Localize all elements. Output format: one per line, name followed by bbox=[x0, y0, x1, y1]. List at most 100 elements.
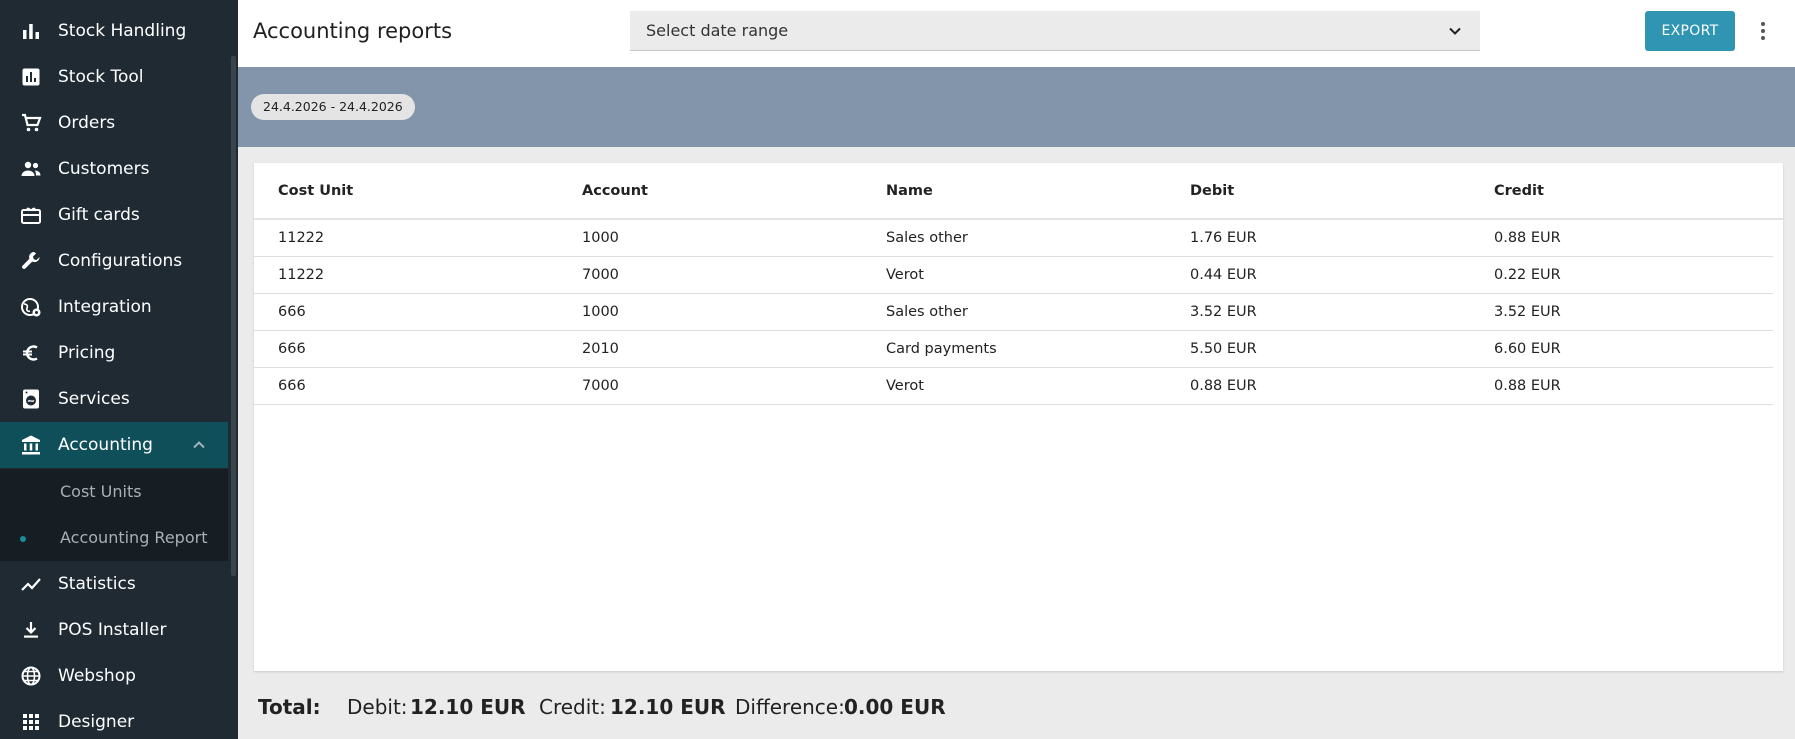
accounting-submenu: Cost Units Accounting Report bbox=[0, 469, 228, 561]
grid-icon bbox=[20, 711, 42, 733]
cell-account: 1000 bbox=[582, 230, 619, 246]
date-range-select-text: Select date range bbox=[646, 21, 789, 40]
globe-gear-icon bbox=[20, 296, 42, 318]
sidebar-item-pos-installer[interactable]: POS Installer bbox=[0, 607, 228, 653]
column-header-cost-unit[interactable]: Cost Unit bbox=[278, 182, 353, 200]
bank-icon bbox=[20, 434, 42, 456]
table-row[interactable]: 666 2010 Card payments 5.50 EUR 6.60 EUR bbox=[254, 331, 1773, 368]
sidebar-item-stock-handling[interactable]: Stock Handling bbox=[0, 8, 228, 54]
sidebar-item-label: Accounting bbox=[58, 435, 153, 455]
cell-account: 7000 bbox=[582, 378, 619, 394]
sidebar-item-integration[interactable]: Integration bbox=[0, 284, 228, 330]
sidebar-subitem-label: Cost Units bbox=[60, 482, 142, 501]
cell-credit: 3.52 EUR bbox=[1494, 304, 1561, 320]
cell-credit: 0.22 EUR bbox=[1494, 267, 1561, 283]
cell-account: 1000 bbox=[582, 304, 619, 320]
export-button[interactable]: EXPORT bbox=[1645, 11, 1735, 51]
chart-box-icon bbox=[20, 66, 42, 88]
sidebar-item-statistics[interactable]: Statistics bbox=[0, 561, 228, 607]
bar-chart-icon bbox=[20, 20, 42, 42]
table-row[interactable]: 11222 1000 Sales other 1.76 EUR 0.88 EUR bbox=[254, 220, 1773, 257]
page-title: Accounting reports bbox=[253, 19, 453, 43]
sidebar-item-webshop[interactable]: Webshop bbox=[0, 653, 228, 699]
filter-band: 24.4.2026 - 24.4.2026 bbox=[238, 67, 1795, 147]
download-icon bbox=[20, 619, 42, 641]
sidebar-item-label: Stock Tool bbox=[58, 67, 144, 87]
cell-name: Card payments bbox=[886, 341, 997, 357]
column-header-debit[interactable]: Debit bbox=[1190, 182, 1234, 200]
cell-credit: 0.88 EUR bbox=[1494, 230, 1561, 246]
sidebar-item-label: POS Installer bbox=[58, 620, 167, 640]
column-header-name[interactable]: Name bbox=[886, 182, 933, 200]
sidebar-item-orders[interactable]: Orders bbox=[0, 100, 228, 146]
sidebar-item-configurations[interactable]: Configurations bbox=[0, 238, 228, 284]
cell-debit: 0.44 EUR bbox=[1190, 267, 1257, 283]
cell-cost-unit: 666 bbox=[278, 378, 306, 394]
sidebar-item-pricing[interactable]: Pricing bbox=[0, 330, 228, 376]
date-range-select[interactable]: Select date range bbox=[630, 11, 1480, 51]
sidebar-item-label: Webshop bbox=[58, 666, 136, 686]
table-row[interactable]: 11222 7000 Verot 0.44 EUR 0.22 EUR bbox=[254, 257, 1773, 294]
credit-total-label: Credit: bbox=[539, 695, 606, 719]
sidebar-item-services[interactable]: Services bbox=[0, 376, 228, 422]
cell-cost-unit: 11222 bbox=[278, 267, 325, 283]
cell-name: Sales other bbox=[886, 304, 968, 320]
trend-line-icon bbox=[20, 573, 42, 595]
active-dot-icon bbox=[20, 536, 26, 542]
cart-icon bbox=[20, 112, 42, 134]
debit-total-value: 12.10 EUR bbox=[410, 695, 526, 719]
gift-card-icon bbox=[20, 204, 42, 226]
debit-total-label: Debit: bbox=[347, 695, 408, 719]
sidebar-item-label: Customers bbox=[58, 159, 150, 179]
sidebar-item-accounting[interactable]: Accounting bbox=[0, 422, 228, 468]
column-header-account[interactable]: Account bbox=[582, 182, 648, 200]
sidebar-item-label: Configurations bbox=[58, 251, 183, 271]
more-vert-icon[interactable] bbox=[1748, 16, 1778, 46]
sidebar-item-label: Stock Handling bbox=[58, 21, 187, 41]
cell-name: Sales other bbox=[886, 230, 968, 246]
difference-total-label: Difference: bbox=[735, 695, 845, 719]
sidebar-subitem-cost-units[interactable]: Cost Units bbox=[0, 469, 228, 515]
cell-name: Verot bbox=[886, 378, 924, 394]
cell-cost-unit: 11222 bbox=[278, 230, 325, 246]
sidebar-item-label: Services bbox=[58, 389, 130, 409]
table-row[interactable]: 666 1000 Sales other 3.52 EUR 3.52 EUR bbox=[254, 294, 1773, 331]
euro-icon bbox=[20, 342, 42, 364]
sidebar: Stock Handling Stock Tool Orders Custome… bbox=[0, 0, 238, 739]
sidebar-item-gift-cards[interactable]: Gift cards bbox=[0, 192, 228, 238]
cell-debit: 1.76 EUR bbox=[1190, 230, 1257, 246]
difference-total-value: 0.00 EUR bbox=[844, 695, 946, 719]
table-header: Cost Unit Account Name Debit Credit bbox=[254, 163, 1783, 220]
table-row[interactable]: 666 7000 Verot 0.88 EUR 0.88 EUR bbox=[254, 368, 1773, 405]
chevron-down-icon bbox=[1446, 22, 1464, 40]
wrench-icon bbox=[20, 250, 42, 272]
cell-credit: 0.88 EUR bbox=[1494, 378, 1561, 394]
sidebar-subitem-accounting-report[interactable]: Accounting Report bbox=[0, 515, 228, 561]
cell-name: Verot bbox=[886, 267, 924, 283]
cell-account: 2010 bbox=[582, 341, 619, 357]
top-bar: Accounting reports Select date range EXP… bbox=[238, 0, 1795, 67]
cell-debit: 5.50 EUR bbox=[1190, 341, 1257, 357]
sidebar-item-label: Designer bbox=[58, 712, 135, 732]
column-header-credit[interactable]: Credit bbox=[1494, 182, 1544, 200]
cell-cost-unit: 666 bbox=[278, 304, 306, 320]
globe-icon bbox=[20, 665, 42, 687]
chevron-up-icon[interactable] bbox=[190, 436, 208, 454]
laundry-icon bbox=[20, 388, 42, 410]
report-table: Cost Unit Account Name Debit Credit 1122… bbox=[254, 163, 1783, 671]
sidebar-item-stock-tool[interactable]: Stock Tool bbox=[0, 54, 228, 100]
sidebar-item-customers[interactable]: Customers bbox=[0, 146, 228, 192]
cell-debit: 0.88 EUR bbox=[1190, 378, 1257, 394]
sidebar-item-label: Integration bbox=[58, 297, 152, 317]
cell-account: 7000 bbox=[582, 267, 619, 283]
sidebar-subitem-label: Accounting Report bbox=[60, 528, 208, 547]
sidebar-item-label: Orders bbox=[58, 113, 116, 133]
people-icon bbox=[20, 158, 42, 180]
sidebar-item-label: Pricing bbox=[58, 343, 116, 363]
sidebar-scrollbar[interactable] bbox=[231, 56, 236, 576]
sidebar-item-label: Gift cards bbox=[58, 205, 140, 225]
cell-credit: 6.60 EUR bbox=[1494, 341, 1561, 357]
totals-label: Total: bbox=[258, 695, 321, 719]
sidebar-item-designer[interactable]: Designer bbox=[0, 699, 228, 739]
date-range-chip[interactable]: 24.4.2026 - 24.4.2026 bbox=[251, 94, 415, 120]
